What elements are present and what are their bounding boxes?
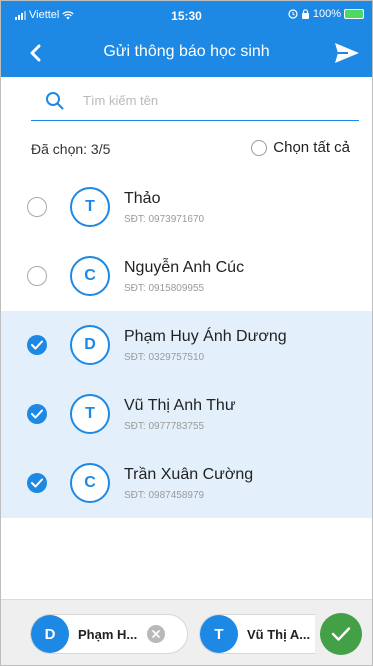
student-row[interactable]: C Trần Xuân Cường SĐT: 0987458979 — [1, 449, 372, 518]
student-name: Nguyễn Anh Cúc — [124, 259, 245, 276]
student-row[interactable]: T Vũ Thị Anh Thư SĐT: 0977783755 — [1, 380, 372, 449]
student-phone: SĐT: 0977783755 — [124, 421, 205, 432]
send-icon — [335, 43, 359, 63]
student-phone: SĐT: 0329757510 — [124, 352, 205, 363]
status-bar: Viettel 15:30 100% — [1, 1, 372, 27]
check-icon — [31, 478, 43, 488]
row-checkbox[interactable] — [27, 266, 47, 286]
student-name: Thảo — [124, 190, 161, 207]
avatar: C — [70, 256, 110, 296]
check-icon — [31, 340, 43, 350]
battery-icon — [344, 9, 364, 19]
phone-screen: Viettel 15:30 100% Gửi thông báo học sin… — [0, 0, 373, 666]
student-row[interactable]: C Nguyễn Anh Cúc SĐT: 0915809955 — [1, 242, 372, 311]
student-list: T Thảo SĐT: 0973971670 C Nguyễn Anh Cúc … — [1, 173, 372, 518]
row-checkbox[interactable] — [27, 197, 47, 217]
select-all-label: Chọn tất cả — [273, 139, 350, 156]
nav-bar: Gửi thông báo học sinh — [1, 31, 372, 75]
student-phone: SĐT: 0973971670 — [124, 214, 205, 225]
lock-rotation-icon — [301, 9, 309, 19]
alarm-icon — [288, 9, 298, 19]
student-name: Vũ Thị Anh Thư — [124, 397, 236, 414]
row-checkbox[interactable] — [27, 404, 47, 424]
close-icon — [152, 630, 161, 638]
app-header: Viettel 15:30 100% Gửi thông báo học sin… — [1, 1, 372, 77]
selected-bar: D Phạm H... T Vũ Thị A... — [1, 599, 372, 665]
search-icon — [46, 91, 64, 109]
student-name: Phạm Huy Ánh Dương — [124, 328, 287, 345]
chip-remove-button[interactable] — [147, 625, 166, 643]
student-row[interactable]: D Phạm Huy Ánh Dương SĐT: 0329757510 — [1, 311, 372, 380]
student-name: Trần Xuân Cường — [124, 466, 254, 483]
student-phone: SĐT: 0987458979 — [124, 490, 205, 501]
avatar: T — [70, 394, 110, 434]
avatar: D — [70, 325, 110, 365]
student-row[interactable]: T Thảo SĐT: 0973971670 — [1, 173, 372, 242]
check-icon — [31, 409, 43, 419]
chip-label: Vũ Thị A... — [247, 626, 311, 642]
selected-count: Đã chọn: 3/5 — [31, 141, 111, 157]
search-box — [31, 81, 359, 121]
selection-row: Đã chọn: 3/5 Chọn tất cả — [1, 131, 372, 167]
check-icon — [331, 627, 351, 641]
chip-label: Phạm H... — [78, 626, 138, 642]
page-title: Gửi thông báo học sinh — [103, 43, 270, 60]
send-button[interactable] — [332, 39, 362, 67]
student-phone: SĐT: 0915809955 — [124, 283, 205, 294]
selected-chip[interactable]: T Vũ Thị A... — [199, 614, 315, 654]
avatar: T — [70, 187, 110, 227]
selected-chip[interactable]: D Phạm H... — [30, 614, 188, 654]
row-checkbox[interactable] — [27, 335, 47, 355]
chip-avatar: T — [200, 615, 238, 653]
search-input[interactable] — [83, 93, 313, 108]
avatar: C — [70, 463, 110, 503]
select-all-toggle[interactable]: Chọn tất cả — [251, 139, 350, 156]
status-icons: 100% — [288, 8, 364, 20]
confirm-button[interactable] — [320, 613, 362, 655]
select-all-radio[interactable] — [251, 139, 268, 156]
battery-percent: 100% — [312, 8, 341, 20]
chip-avatar: D — [31, 615, 69, 653]
row-checkbox[interactable] — [27, 473, 47, 493]
